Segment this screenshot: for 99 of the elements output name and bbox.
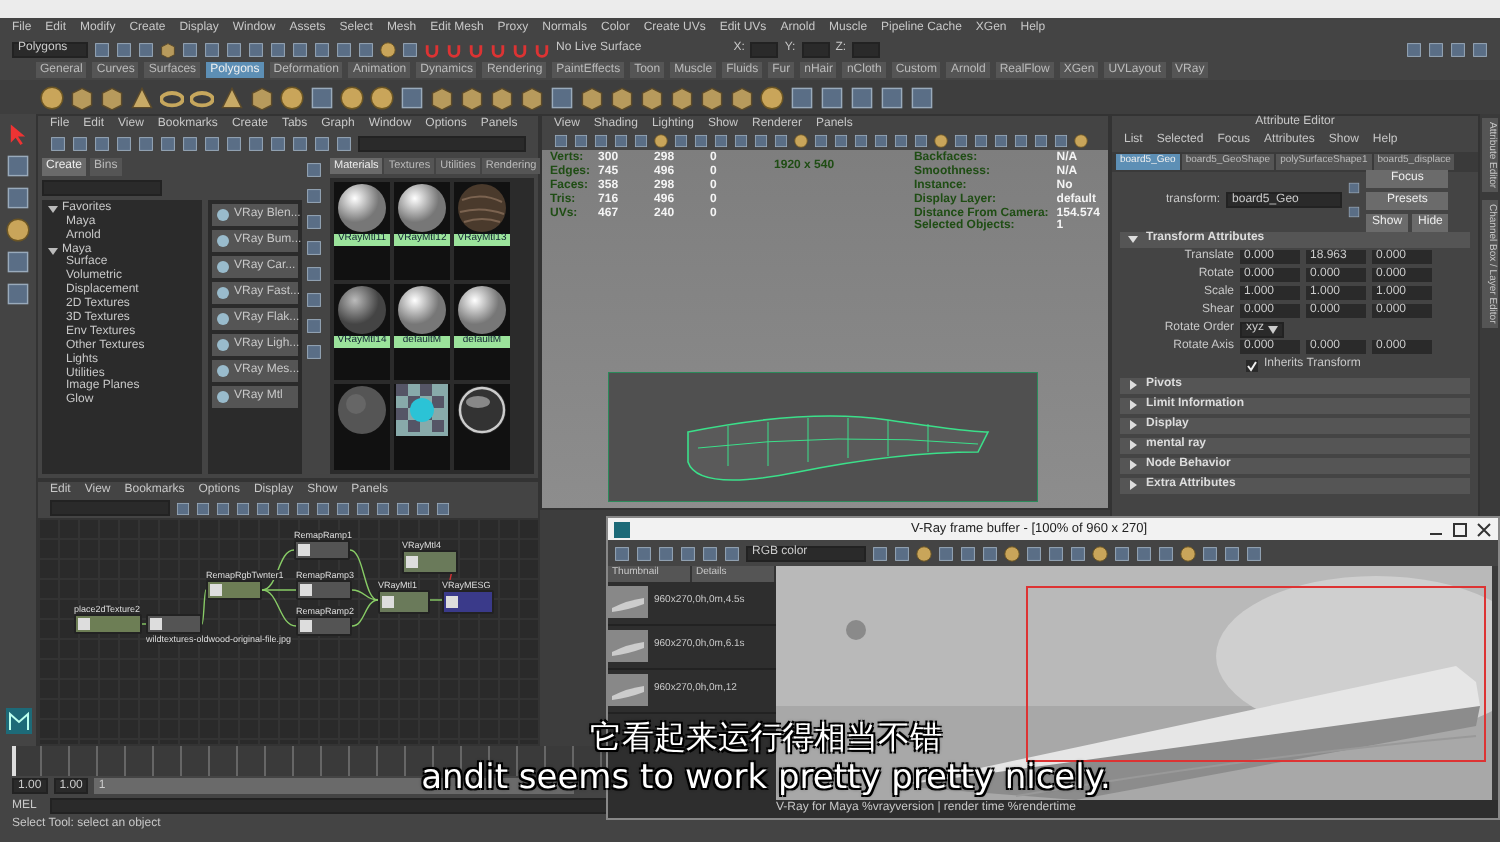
tool-icon[interactable] <box>880 85 904 109</box>
material-swatch[interactable] <box>336 182 388 235</box>
material-swatch[interactable] <box>336 384 388 437</box>
connection-wire <box>429 599 443 601</box>
cube-icon[interactable] <box>730 85 754 109</box>
graph-node[interactable] <box>294 540 350 560</box>
sphere-icon[interactable] <box>916 545 932 561</box>
cube-icon[interactable] <box>610 85 634 109</box>
tool-icon[interactable] <box>402 41 418 57</box>
cone-icon[interactable] <box>220 85 244 109</box>
tool-icon[interactable] <box>6 250 30 274</box>
sphere-icon[interactable] <box>6 218 30 242</box>
expand-arrow-icon[interactable] <box>1128 480 1138 491</box>
material-swatch[interactable] <box>456 283 508 336</box>
sphere-icon[interactable] <box>760 85 784 109</box>
cube-icon[interactable] <box>70 85 94 109</box>
cube-icon[interactable] <box>700 85 724 109</box>
sphere-icon[interactable] <box>934 134 948 148</box>
expand-arrow-icon[interactable] <box>1128 234 1138 245</box>
sphere-icon[interactable] <box>794 134 808 148</box>
tool-icon[interactable] <box>910 85 934 109</box>
cube-icon[interactable] <box>490 85 514 109</box>
tool-icon[interactable] <box>6 154 30 178</box>
sphere-icon[interactable] <box>1004 545 1020 561</box>
checkbox[interactable] <box>1246 359 1258 372</box>
cone-icon[interactable] <box>130 85 154 109</box>
cube-icon[interactable] <box>640 85 664 109</box>
coordinate-field[interactable] <box>750 41 779 57</box>
search-field[interactable] <box>50 500 170 516</box>
material-swatch[interactable] <box>396 182 448 235</box>
material-swatch[interactable] <box>396 283 448 336</box>
sphere-icon[interactable] <box>1180 545 1196 561</box>
graph-node[interactable] <box>296 616 352 636</box>
node-thumbnail-icon <box>210 584 222 596</box>
tool-icon[interactable] <box>310 85 334 109</box>
coordinate-field[interactable] <box>852 41 881 57</box>
cube-icon[interactable] <box>580 85 604 109</box>
material-swatch[interactable] <box>336 283 388 336</box>
torus-icon[interactable] <box>190 85 214 109</box>
sphere-icon[interactable] <box>40 85 64 109</box>
graph-node[interactable] <box>402 550 458 574</box>
node-thumbnail-icon <box>446 596 458 608</box>
tool-icon[interactable] <box>550 85 574 109</box>
cube-icon[interactable] <box>430 85 454 109</box>
graph-node[interactable] <box>74 614 142 634</box>
tool-icon[interactable] <box>820 85 844 109</box>
sphere-icon[interactable] <box>340 85 364 109</box>
node-thumbnail-icon <box>150 618 162 630</box>
graph-node[interactable] <box>442 590 494 614</box>
tool-icon[interactable] <box>6 282 30 306</box>
material-swatch[interactable] <box>456 384 508 437</box>
close-icon[interactable] <box>1476 521 1492 537</box>
material-swatch[interactable] <box>396 384 448 437</box>
graph-node[interactable] <box>206 580 262 600</box>
cube-icon[interactable] <box>460 85 484 109</box>
command-field[interactable] <box>50 798 611 814</box>
expand-arrow-icon[interactable] <box>48 203 58 214</box>
tool-icon[interactable] <box>6 186 30 210</box>
sphere-icon[interactable] <box>1074 134 1088 148</box>
expand-arrow-icon[interactable] <box>1128 440 1138 451</box>
search-field[interactable] <box>358 135 526 151</box>
sphere-icon[interactable] <box>654 134 668 148</box>
material-swatch[interactable] <box>456 182 508 235</box>
expand-arrow-icon[interactable] <box>48 245 58 255</box>
node-thumbnail-icon <box>382 596 394 608</box>
connection-wire <box>141 623 147 625</box>
maximize-icon[interactable] <box>1452 521 1468 537</box>
expand-arrow-icon[interactable] <box>1128 380 1138 391</box>
node-thumbnail-icon <box>406 556 418 568</box>
sphere-icon[interactable] <box>1092 545 1108 561</box>
cube-icon[interactable] <box>670 85 694 109</box>
tool-icon[interactable] <box>790 85 814 109</box>
tool-icon[interactable] <box>400 85 424 109</box>
node-thumbnail-icon <box>78 618 90 630</box>
select-arrow-icon[interactable] <box>6 122 30 146</box>
sphere-icon[interactable] <box>380 41 396 57</box>
sphere-icon[interactable] <box>280 85 304 109</box>
node-thumbnail-icon <box>298 544 310 556</box>
node-thumbnail-icon <box>300 584 312 596</box>
tool-icon[interactable] <box>850 85 874 109</box>
sphere-icon[interactable] <box>370 85 394 109</box>
cube-icon[interactable] <box>100 85 124 109</box>
render-region-frame[interactable] <box>1026 586 1486 762</box>
graph-node[interactable] <box>378 590 430 614</box>
cube-icon[interactable] <box>520 85 544 109</box>
graph-node[interactable] <box>146 614 202 634</box>
graph-node[interactable] <box>296 580 352 600</box>
caret-icon <box>1268 325 1278 334</box>
vray-logo-icon <box>614 521 630 537</box>
filter-field[interactable] <box>42 179 162 196</box>
torus-icon[interactable] <box>160 85 184 109</box>
node-thumbnail-icon <box>300 620 312 632</box>
expand-arrow-icon[interactable] <box>1128 400 1138 411</box>
maya-logo-icon <box>6 708 32 734</box>
connection-wire <box>201 589 207 625</box>
coordinate-field[interactable] <box>801 41 830 57</box>
expand-arrow-icon[interactable] <box>1128 460 1138 471</box>
expand-arrow-icon[interactable] <box>1128 420 1138 431</box>
cube-icon[interactable] <box>250 85 274 109</box>
